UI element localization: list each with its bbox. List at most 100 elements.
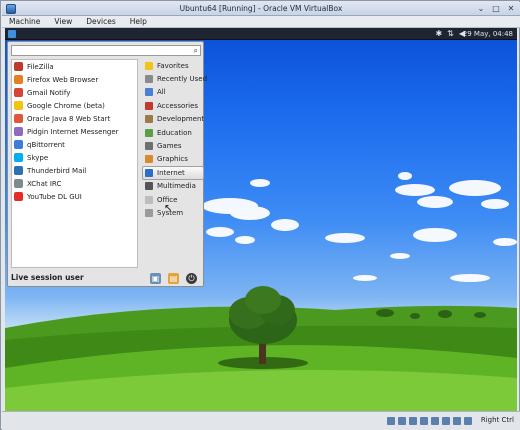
network-icon[interactable]: ⇅ <box>447 29 454 38</box>
category-internet[interactable]: Internet <box>142 166 204 180</box>
category-icon <box>145 61 153 70</box>
app-icon <box>14 192 23 201</box>
app-icon <box>14 140 23 149</box>
category-icon <box>145 75 153 84</box>
search-icon[interactable]: ⌕ <box>194 46 198 55</box>
app-icon <box>14 88 23 97</box>
app-item[interactable]: qBittorrent <box>12 138 137 151</box>
optical-drive-icon[interactable] <box>398 417 406 425</box>
shared-folder-icon[interactable] <box>420 417 428 425</box>
category-icon <box>145 115 153 124</box>
minimize-button[interactable]: ⌄ <box>476 4 486 13</box>
category-label: Accessories <box>157 101 199 110</box>
category-recently-used[interactable]: Recently Used <box>142 72 208 85</box>
app-item[interactable]: FileZilla <box>12 60 137 73</box>
app-icon <box>14 166 23 175</box>
category-label: Recently Used <box>157 75 208 84</box>
app-label: Gmail Notify <box>27 88 71 97</box>
app-icon <box>14 62 23 71</box>
bluetooth-icon[interactable]: ✱ <box>435 29 442 38</box>
app-item[interactable]: Gmail Notify <box>12 86 137 99</box>
close-button[interactable]: ✕ <box>506 4 516 13</box>
category-icon <box>145 88 153 97</box>
category-games[interactable]: Games <box>142 139 204 152</box>
app-icon <box>14 101 23 110</box>
app-label: Firefox Web Browser <box>27 75 99 84</box>
category-accessories[interactable]: Accessories <box>142 99 204 112</box>
video-capture-icon[interactable] <box>453 417 461 425</box>
app-label: Thunderbird Mail <box>27 166 87 175</box>
app-item[interactable]: Google Chrome (beta) <box>12 99 137 112</box>
category-label: Favorites <box>157 61 189 70</box>
category-all[interactable]: All <box>142 86 204 99</box>
logout-icon[interactable]: ▤ <box>168 273 179 284</box>
menu-launcher-icon[interactable] <box>8 30 16 38</box>
category-development[interactable]: Development <box>142 113 204 126</box>
app-label: XChat IRC <box>27 179 62 188</box>
app-item[interactable]: Pidgin Internet Messenger <box>12 125 137 138</box>
category-icon <box>145 142 153 151</box>
category-label: Development <box>157 115 205 124</box>
shutdown-icon[interactable]: ⏻ <box>186 273 197 284</box>
app-item[interactable]: Oracle Java 8 Web Start <box>12 112 137 125</box>
session-user-label: Live session user <box>11 273 84 282</box>
app-icon <box>14 153 23 162</box>
guest-top-panel: ✱ ⇅ ◀ 29 May, 04:48 <box>5 28 517 40</box>
category-office[interactable]: Office <box>142 193 204 206</box>
app-icon <box>14 127 23 136</box>
maximize-button[interactable]: □ <box>491 4 501 13</box>
category-system[interactable]: System <box>142 206 204 219</box>
category-label: Education <box>157 128 192 137</box>
app-label: Oracle Java 8 Web Start <box>27 114 111 123</box>
host-key-label: Right Ctrl <box>480 416 514 424</box>
search-field[interactable]: ⌕ <box>11 45 201 56</box>
category-multimedia[interactable]: Multimedia <box>142 180 204 193</box>
mouse-cursor-icon: ↖ <box>164 203 173 214</box>
guest-desktop[interactable]: ✱ ⇅ ◀ 29 May, 04:48 ⌕ FileZilla Firefox W… <box>5 28 517 411</box>
display-icon[interactable] <box>431 417 439 425</box>
clock[interactable]: 29 May, 04:48 <box>463 30 513 38</box>
window-titlebar[interactable]: Ubuntu64 [Running] - Oracle VM VirtualBo… <box>2 2 520 16</box>
window-title: Ubuntu64 [Running] - Oracle VM VirtualBo… <box>179 4 343 13</box>
vbox-status-bar: Right Ctrl <box>2 411 520 430</box>
menu-view[interactable]: View <box>47 16 79 27</box>
hdd-icon[interactable] <box>387 417 395 425</box>
app-item[interactable]: Firefox Web Browser <box>12 73 137 86</box>
search-input[interactable] <box>12 46 187 55</box>
lock-screen-icon[interactable]: ▣ <box>150 273 161 284</box>
application-menu: ⌕ FileZilla Firefox Web Browser Gmail Noti… <box>7 41 208 287</box>
app-label: qBittorrent <box>27 140 65 149</box>
app-list: FileZilla Firefox Web Browser Gmail Notify… <box>11 59 138 268</box>
network-adapter-icon[interactable] <box>442 417 450 425</box>
app-item[interactable]: XChat IRC <box>12 177 137 190</box>
usb-icon[interactable] <box>409 417 417 425</box>
category-icon <box>145 208 153 217</box>
mouse-integration-icon[interactable] <box>464 417 472 425</box>
category-favorites[interactable]: Favorites <box>142 59 204 72</box>
app-item[interactable]: Skype <box>12 151 137 164</box>
category-icon <box>145 182 153 191</box>
category-graphics[interactable]: Graphics <box>142 153 204 166</box>
menu-devices[interactable]: Devices <box>79 16 123 27</box>
menu-help[interactable]: Help <box>123 16 154 27</box>
category-icon <box>145 128 153 137</box>
category-label: Games <box>157 142 182 151</box>
category-icon <box>145 195 153 204</box>
virtualbox-window: Ubuntu64 [Running] - Oracle VM VirtualBo… <box>0 0 520 430</box>
app-label: FileZilla <box>27 62 54 71</box>
app-label: Skype <box>27 153 49 162</box>
category-icon <box>145 155 153 164</box>
app-icon <box>14 114 23 123</box>
menu-machine[interactable]: Machine <box>2 16 47 27</box>
category-label: Graphics <box>157 155 188 164</box>
category-list: Favorites Recently Used All Accessories Deve… <box>142 59 208 268</box>
category-label: Multimedia <box>157 182 196 191</box>
app-item[interactable]: YouTube DL GUI <box>12 190 137 203</box>
app-label: YouTube DL GUI <box>27 192 82 201</box>
app-label: Pidgin Internet Messenger <box>27 127 119 136</box>
vbox-menubar: Machine View Devices Help <box>2 16 520 28</box>
category-education[interactable]: Education <box>142 126 204 139</box>
category-icon <box>145 101 153 110</box>
app-item[interactable]: Thunderbird Mail <box>12 164 137 177</box>
category-label: Internet <box>157 168 185 177</box>
